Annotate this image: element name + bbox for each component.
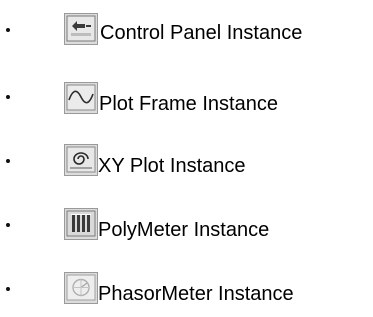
bullet-icon [6, 223, 10, 227]
list-item-xy-plot: XY Plot Instance [0, 144, 373, 180]
item-label: Plot Frame Instance [99, 93, 278, 115]
item-label: PhasorMeter Instance [98, 283, 294, 305]
bullet-icon [6, 287, 10, 291]
plot-frame-icon [64, 82, 98, 114]
list-item-polymeter: PolyMeter Instance [0, 208, 373, 244]
item-label: Control Panel Instance [100, 22, 303, 44]
bullet-list: Control Panel Instance Plot Frame Instan… [0, 0, 373, 317]
bullet-icon [6, 95, 10, 99]
bullet-icon [6, 159, 10, 163]
item-label: PolyMeter Instance [98, 219, 270, 241]
list-item-plot-frame: Plot Frame Instance [0, 80, 373, 116]
item-label: XY Plot Instance [98, 155, 246, 177]
polymeter-icon [64, 208, 98, 240]
bullet-icon [6, 28, 10, 32]
control-panel-icon [64, 13, 98, 45]
xy-plot-icon [64, 144, 98, 176]
list-item-control-panel: Control Panel Instance [0, 13, 373, 49]
phasormeter-icon [64, 272, 98, 304]
list-item-phasormeter: PhasorMeter Instance [0, 272, 373, 308]
